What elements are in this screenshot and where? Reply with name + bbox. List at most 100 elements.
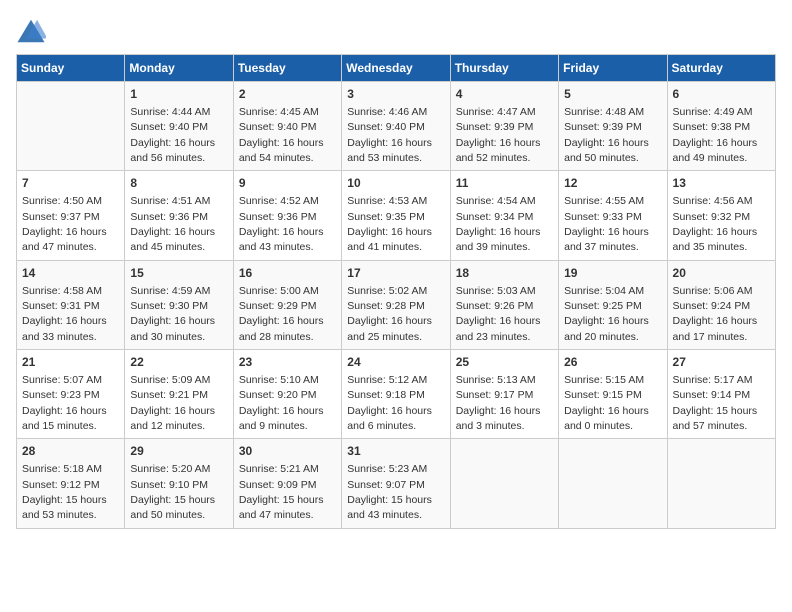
day-number: 7 (22, 175, 119, 192)
day-info: Sunrise: 5:23 AM Sunset: 9:07 PM Dayligh… (347, 463, 432, 521)
day-number: 10 (347, 175, 444, 192)
day-number: 26 (564, 354, 661, 371)
calendar-cell: 12 Sunrise: 4:55 AM Sunset: 9:33 PM Dayli… (559, 171, 667, 260)
day-number: 12 (564, 175, 661, 192)
day-number: 18 (456, 265, 553, 282)
calendar-cell: 6 Sunrise: 4:49 AM Sunset: 9:38 PM Daylig… (667, 82, 775, 171)
calendar-cell: 26 Sunrise: 5:15 AM Sunset: 9:15 PM Dayli… (559, 350, 667, 439)
day-info: Sunrise: 5:13 AM Sunset: 9:17 PM Dayligh… (456, 374, 541, 432)
day-number: 28 (22, 443, 119, 460)
page-header (16, 16, 776, 46)
day-number: 24 (347, 354, 444, 371)
day-info: Sunrise: 5:06 AM Sunset: 9:24 PM Dayligh… (673, 285, 758, 343)
header-wednesday: Wednesday (342, 55, 450, 82)
day-info: Sunrise: 4:49 AM Sunset: 9:38 PM Dayligh… (673, 106, 758, 164)
header-sunday: Sunday (17, 55, 125, 82)
calendar-cell: 27Sunrise: 5:17 AM Sunset: 9:14 PM Dayli… (667, 350, 775, 439)
calendar-cell: 19Sunrise: 5:04 AM Sunset: 9:25 PM Dayli… (559, 260, 667, 349)
calendar-cell: 4Sunrise: 4:47 AM Sunset: 9:39 PM Daylig… (450, 82, 558, 171)
day-info: Sunrise: 5:09 AM Sunset: 9:21 PM Dayligh… (130, 374, 215, 432)
calendar-cell: 3 Sunrise: 4:46 AM Sunset: 9:40 PM Daylig… (342, 82, 450, 171)
calendar-cell: 24 Sunrise: 5:12 AM Sunset: 9:18 PM Dayli… (342, 350, 450, 439)
day-number: 17 (347, 265, 444, 282)
day-number: 23 (239, 354, 336, 371)
day-info: Sunrise: 5:00 AM Sunset: 9:29 PM Dayligh… (239, 285, 324, 343)
day-number: 6 (673, 86, 770, 103)
header-tuesday: Tuesday (233, 55, 341, 82)
day-number: 8 (130, 175, 227, 192)
calendar-header-row: SundayMondayTuesdayWednesdayThursdayFrid… (17, 55, 776, 82)
calendar-cell: 30 Sunrise: 5:21 AM Sunset: 9:09 PM Dayli… (233, 439, 341, 528)
day-info: Sunrise: 4:51 AM Sunset: 9:36 PM Dayligh… (130, 195, 215, 253)
calendar-cell (450, 439, 558, 528)
day-info: Sunrise: 4:54 AM Sunset: 9:34 PM Dayligh… (456, 195, 541, 253)
day-info: Sunrise: 4:58 AM Sunset: 9:31 PM Dayligh… (22, 285, 107, 343)
day-number: 21 (22, 354, 119, 371)
calendar-cell: 5Sunrise: 4:48 AM Sunset: 9:39 PM Daylig… (559, 82, 667, 171)
day-info: Sunrise: 5:20 AM Sunset: 9:10 PM Dayligh… (130, 463, 215, 521)
day-number: 29 (130, 443, 227, 460)
day-info: Sunrise: 5:02 AM Sunset: 9:28 PM Dayligh… (347, 285, 432, 343)
calendar-cell: 8 Sunrise: 4:51 AM Sunset: 9:36 PM Daylig… (125, 171, 233, 260)
day-number: 27 (673, 354, 770, 371)
calendar-week-2: 7 Sunrise: 4:50 AM Sunset: 9:37 PM Daylig… (17, 171, 776, 260)
header-thursday: Thursday (450, 55, 558, 82)
day-number: 13 (673, 175, 770, 192)
calendar-cell: 9 Sunrise: 4:52 AM Sunset: 9:36 PM Daylig… (233, 171, 341, 260)
day-info: Sunrise: 5:07 AM Sunset: 9:23 PM Dayligh… (22, 374, 107, 432)
calendar-cell: 17 Sunrise: 5:02 AM Sunset: 9:28 PM Dayli… (342, 260, 450, 349)
day-number: 25 (456, 354, 553, 371)
calendar-cell (559, 439, 667, 528)
day-info: Sunrise: 4:46 AM Sunset: 9:40 PM Dayligh… (347, 106, 432, 164)
day-info: Sunrise: 5:03 AM Sunset: 9:26 PM Dayligh… (456, 285, 541, 343)
calendar-cell: 25 Sunrise: 5:13 AM Sunset: 9:17 PM Dayli… (450, 350, 558, 439)
day-number: 31 (347, 443, 444, 460)
calendar-cell: 21 Sunrise: 5:07 AM Sunset: 9:23 PM Dayli… (17, 350, 125, 439)
day-info: Sunrise: 4:47 AM Sunset: 9:39 PM Dayligh… (456, 106, 541, 164)
day-number: 22 (130, 354, 227, 371)
calendar-cell: 29 Sunrise: 5:20 AM Sunset: 9:10 PM Dayli… (125, 439, 233, 528)
day-info: Sunrise: 4:45 AM Sunset: 9:40 PM Dayligh… (239, 106, 324, 164)
logo (16, 16, 50, 46)
day-info: Sunrise: 4:44 AM Sunset: 9:40 PM Dayligh… (130, 106, 215, 164)
calendar-cell: 7 Sunrise: 4:50 AM Sunset: 9:37 PM Daylig… (17, 171, 125, 260)
calendar-table: SundayMondayTuesdayWednesdayThursdayFrid… (16, 54, 776, 529)
day-number: 19 (564, 265, 661, 282)
calendar-week-1: 1Sunrise: 4:44 AM Sunset: 9:40 PM Daylig… (17, 82, 776, 171)
calendar-cell: 2 Sunrise: 4:45 AM Sunset: 9:40 PM Daylig… (233, 82, 341, 171)
day-info: Sunrise: 4:50 AM Sunset: 9:37 PM Dayligh… (22, 195, 107, 253)
day-info: Sunrise: 5:12 AM Sunset: 9:18 PM Dayligh… (347, 374, 432, 432)
header-friday: Friday (559, 55, 667, 82)
calendar-cell: 11 Sunrise: 4:54 AM Sunset: 9:34 PM Dayli… (450, 171, 558, 260)
calendar-cell: 16 Sunrise: 5:00 AM Sunset: 9:29 PM Dayli… (233, 260, 341, 349)
day-info: Sunrise: 4:59 AM Sunset: 9:30 PM Dayligh… (130, 285, 215, 343)
day-info: Sunrise: 5:21 AM Sunset: 9:09 PM Dayligh… (239, 463, 324, 521)
calendar-cell: 14Sunrise: 4:58 AM Sunset: 9:31 PM Dayli… (17, 260, 125, 349)
calendar-week-3: 14Sunrise: 4:58 AM Sunset: 9:31 PM Dayli… (17, 260, 776, 349)
day-info: Sunrise: 4:55 AM Sunset: 9:33 PM Dayligh… (564, 195, 649, 253)
day-info: Sunrise: 4:48 AM Sunset: 9:39 PM Dayligh… (564, 106, 649, 164)
day-number: 3 (347, 86, 444, 103)
calendar-cell (17, 82, 125, 171)
calendar-week-4: 21 Sunrise: 5:07 AM Sunset: 9:23 PM Dayli… (17, 350, 776, 439)
calendar-cell: 20Sunrise: 5:06 AM Sunset: 9:24 PM Dayli… (667, 260, 775, 349)
day-number: 11 (456, 175, 553, 192)
day-info: Sunrise: 5:15 AM Sunset: 9:15 PM Dayligh… (564, 374, 649, 432)
day-info: Sunrise: 4:52 AM Sunset: 9:36 PM Dayligh… (239, 195, 324, 253)
calendar-cell: 1Sunrise: 4:44 AM Sunset: 9:40 PM Daylig… (125, 82, 233, 171)
header-saturday: Saturday (667, 55, 775, 82)
calendar-cell: 10 Sunrise: 4:53 AM Sunset: 9:35 PM Dayli… (342, 171, 450, 260)
calendar-cell: 31 Sunrise: 5:23 AM Sunset: 9:07 PM Dayli… (342, 439, 450, 528)
header-monday: Monday (125, 55, 233, 82)
calendar-cell: 18 Sunrise: 5:03 AM Sunset: 9:26 PM Dayli… (450, 260, 558, 349)
day-info: Sunrise: 4:56 AM Sunset: 9:32 PM Dayligh… (673, 195, 758, 253)
day-number: 16 (239, 265, 336, 282)
day-number: 15 (130, 265, 227, 282)
day-info: Sunrise: 4:53 AM Sunset: 9:35 PM Dayligh… (347, 195, 432, 253)
day-info: Sunrise: 5:18 AM Sunset: 9:12 PM Dayligh… (22, 463, 107, 521)
calendar-cell: 15 Sunrise: 4:59 AM Sunset: 9:30 PM Dayli… (125, 260, 233, 349)
day-number: 30 (239, 443, 336, 460)
day-number: 2 (239, 86, 336, 103)
calendar-cell: 13 Sunrise: 4:56 AM Sunset: 9:32 PM Dayli… (667, 171, 775, 260)
day-number: 9 (239, 175, 336, 192)
